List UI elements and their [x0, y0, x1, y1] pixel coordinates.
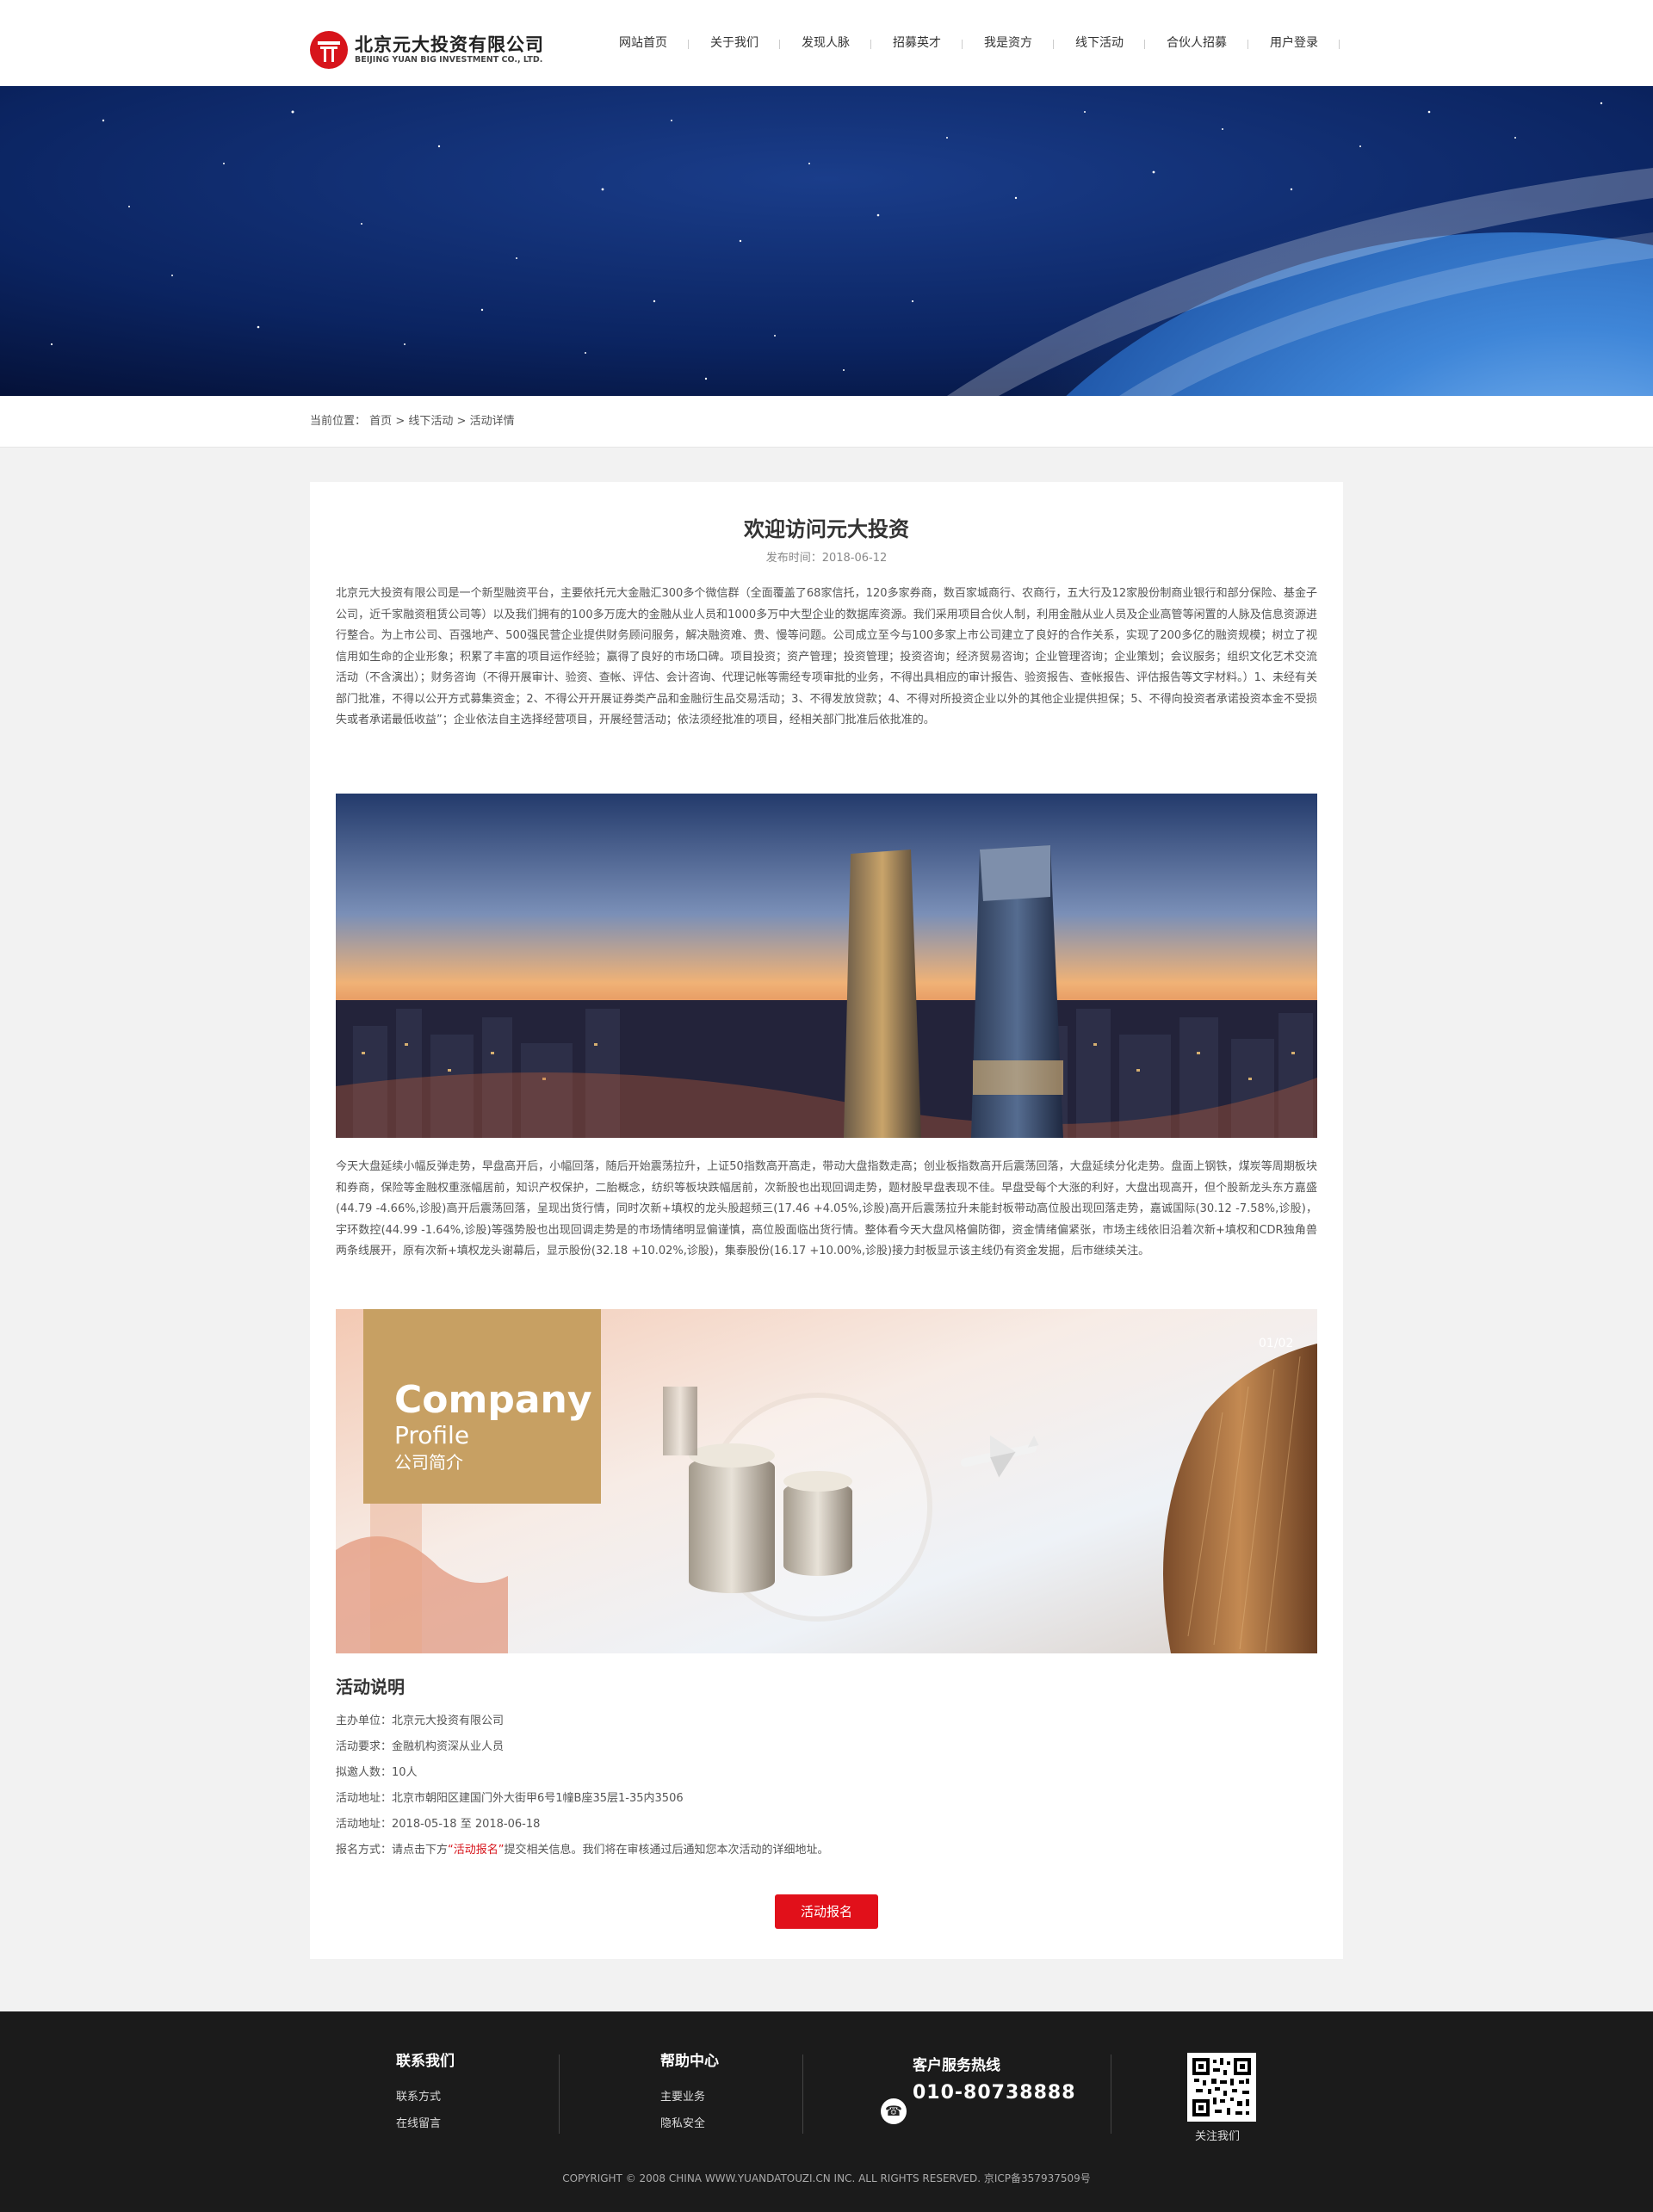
event-info-list: 主办单位：北京元大投资有限公司 活动要求：金融机构资深从业人员 拟邀人数：10人…	[336, 1708, 1317, 1863]
nav-investor[interactable]: 我是资方	[963, 34, 1054, 52]
breadcrumb: 当前位置： 首页 > 线下活动 > 活动详情	[310, 396, 1343, 448]
breadcrumb-sep: >	[456, 415, 467, 428]
breadcrumb-events[interactable]: 线下活动	[408, 415, 453, 428]
info-requirement: 活动要求：金融机构资深从业人员	[336, 1740, 505, 1753]
info-signup-method: 报名方式：请点击下方“活动报名”提交相关信息。我们将在审核通过后通知您本次活动的…	[336, 1844, 829, 1857]
hotline-number: 010-80738888	[913, 2082, 1076, 2104]
footer-contact-title: 联系我们	[396, 2053, 455, 2070]
footer-contact-col: 联系我们 联系方式 在线留言	[396, 2051, 455, 2137]
nav-talent[interactable]: 招募英才	[871, 34, 963, 52]
main-nav: 网站首页 关于我们 发现人脉 招募英才 我是资方 线下活动 合伙人招募 用户登录	[597, 0, 1340, 86]
nav-events[interactable]: 线下活动	[1054, 34, 1145, 52]
breadcrumb-bar: 当前位置： 首页 > 线下活动 > 活动详情	[0, 396, 1653, 448]
date-value: 2018-06-12	[821, 552, 888, 565]
copyright: COPYRIGHT © 2008 CHINA WWW.YUANDATOUZI.C…	[562, 2172, 1091, 2184]
breadcrumb-current: 活动详情	[469, 415, 515, 428]
footer-link-privacy[interactable]: 隐私安全	[660, 2110, 719, 2137]
qr-code-icon	[1187, 2053, 1256, 2122]
qr-label: 关注我们	[1195, 2130, 1241, 2143]
promo-box: Company Profile 公司简介	[363, 1309, 601, 1504]
logo[interactable]: 北京元大投资有限公司 BEIJING YUAN BIG INVESTMENT C…	[310, 31, 544, 69]
article-panel: 欢迎访问元大投资 发布时间：2018-06-12 北京元大投资有限公司是一个新型…	[310, 482, 1343, 1959]
article-paragraph-1: 北京元大投资有限公司是一个新型融资平台，主要依托元大金融汇300多个微信群（全面…	[336, 587, 1317, 726]
breadcrumb-home[interactable]: 首页	[369, 415, 392, 428]
banner-image	[0, 86, 1653, 396]
site-header: 北京元大投资有限公司 BEIJING YUAN BIG INVESTMENT C…	[0, 0, 1653, 86]
phone-icon: ☎	[881, 2098, 907, 2124]
breadcrumb-sep: >	[395, 415, 406, 428]
footer-link-message[interactable]: 在线留言	[396, 2110, 455, 2137]
promo-title: Company	[394, 1378, 592, 1422]
company-profile-slide: Company Profile 公司简介 01/02	[336, 1309, 1317, 1653]
promo-subtitle: Profile	[394, 1421, 470, 1449]
footer-divider	[802, 2054, 803, 2134]
company-name-en: BEIJING YUAN BIG INVESTMENT CO., LTD.	[355, 55, 543, 65]
company-name: 北京元大投资有限公司	[355, 34, 544, 55]
slide-counter: 01/02	[1259, 1337, 1294, 1350]
date-label: 发布时间：	[765, 552, 822, 565]
article-paragraph-2: 今天大盘延续小幅反弹走势，早盘高开后，小幅回落，随后开始震荡拉升，上证50指数高…	[336, 1160, 1317, 1257]
signup-button[interactable]: 活动报名	[775, 1894, 878, 1929]
site-footer: 联系我们 联系方式 在线留言 帮助中心 主要业务 隐私安全 ☎ 客户服务热线 0…	[0, 2011, 1653, 2212]
article-title: 欢迎访问元大投资	[744, 517, 909, 541]
info-dates: 活动地址：2018-05-18 至 2018-06-18	[336, 1818, 541, 1831]
promo-cn: 公司简介	[394, 1452, 463, 1473]
footer-link-business[interactable]: 主要业务	[660, 2084, 719, 2110]
info-address: 活动地址：北京市朝阳区建国门外大街甲6号1幢B座35层1-35内3506	[336, 1792, 684, 1805]
event-info-title: 活动说明	[336, 1677, 405, 1697]
footer-link-contact[interactable]: 联系方式	[396, 2084, 455, 2110]
nav-home[interactable]: 网站首页	[597, 34, 689, 52]
nav-partner[interactable]: 合伙人招募	[1145, 34, 1248, 52]
info-organizer: 主办单位：北京元大投资有限公司	[336, 1715, 505, 1727]
space-banner	[0, 86, 1653, 396]
article-date: 发布时间：2018-06-12	[336, 551, 1317, 566]
nav-about[interactable]: 关于我们	[689, 34, 780, 52]
breadcrumb-prefix: 当前位置：	[310, 415, 367, 428]
hotline-title: 客户服务热线	[913, 2057, 1000, 2074]
footer-divider	[559, 2054, 560, 2134]
info-headcount: 拟邀人数：10人	[336, 1766, 418, 1779]
footer-help-title: 帮助中心	[660, 2053, 719, 2070]
nav-contacts[interactable]: 发现人脉	[780, 34, 871, 52]
nav-login[interactable]: 用户登录	[1248, 34, 1340, 52]
footer-help-col: 帮助中心 主要业务 隐私安全	[660, 2051, 719, 2137]
city-skyline-image	[336, 794, 1317, 1138]
logo-icon	[310, 31, 348, 69]
